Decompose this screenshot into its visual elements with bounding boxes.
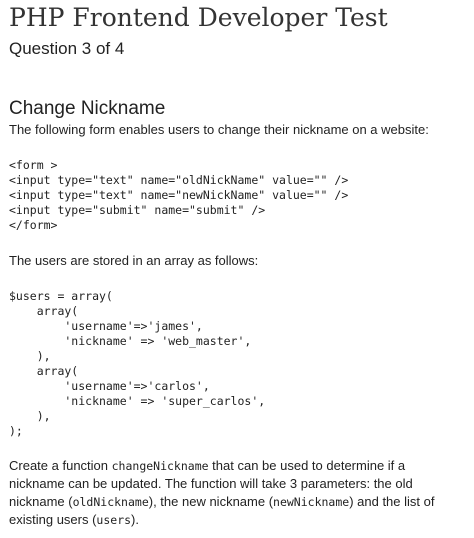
parameter-new-nickname-code: newNickname [273, 495, 350, 509]
question-title: Change Nickname [9, 98, 166, 119]
task-text: ). [131, 512, 139, 527]
code-line: <form > [9, 158, 58, 172]
parameter-users-code: users [96, 513, 132, 527]
task-text: Create a function [9, 458, 112, 473]
question-intro: The following form enables users to chan… [9, 122, 429, 137]
question-progress: Question 3 of 4 [9, 39, 125, 58]
code-line: <input type="text" name="oldNickName" va… [9, 173, 349, 187]
task-description: Create a function changeNickname that ca… [9, 457, 461, 529]
code-line: ); [9, 424, 23, 438]
code-line: array( [9, 304, 79, 318]
form-code-block: <form > <input type="text" name="oldNickN… [9, 158, 348, 233]
users-code-block: $users = array( array( 'username'=>'jame… [9, 289, 265, 439]
code-line: array( [9, 364, 79, 378]
code-line: </form> [9, 218, 58, 232]
code-line: 'username'=>'james', [9, 319, 203, 333]
code-line: 'username'=>'carlos', [9, 379, 210, 393]
test-title: PHP Frontend Developer Test [9, 3, 388, 32]
code-line: $users = array( [9, 289, 113, 303]
users-intro: The users are stored in an array as foll… [9, 253, 259, 268]
code-line: 'nickname' => 'super_carlos', [9, 394, 266, 408]
task-text: ), the new nickname ( [148, 494, 274, 509]
function-name-code: changeNickname [111, 459, 209, 473]
parameter-old-nickname-code: oldNickname [72, 495, 149, 509]
code-line: ), [9, 409, 51, 423]
code-line: 'nickname' => 'web_master', [9, 334, 252, 348]
code-line: <input type="text" name="newNickName" va… [9, 188, 349, 202]
code-line: ), [9, 349, 51, 363]
code-line: <input type="submit" name="submit" /> [9, 203, 266, 217]
